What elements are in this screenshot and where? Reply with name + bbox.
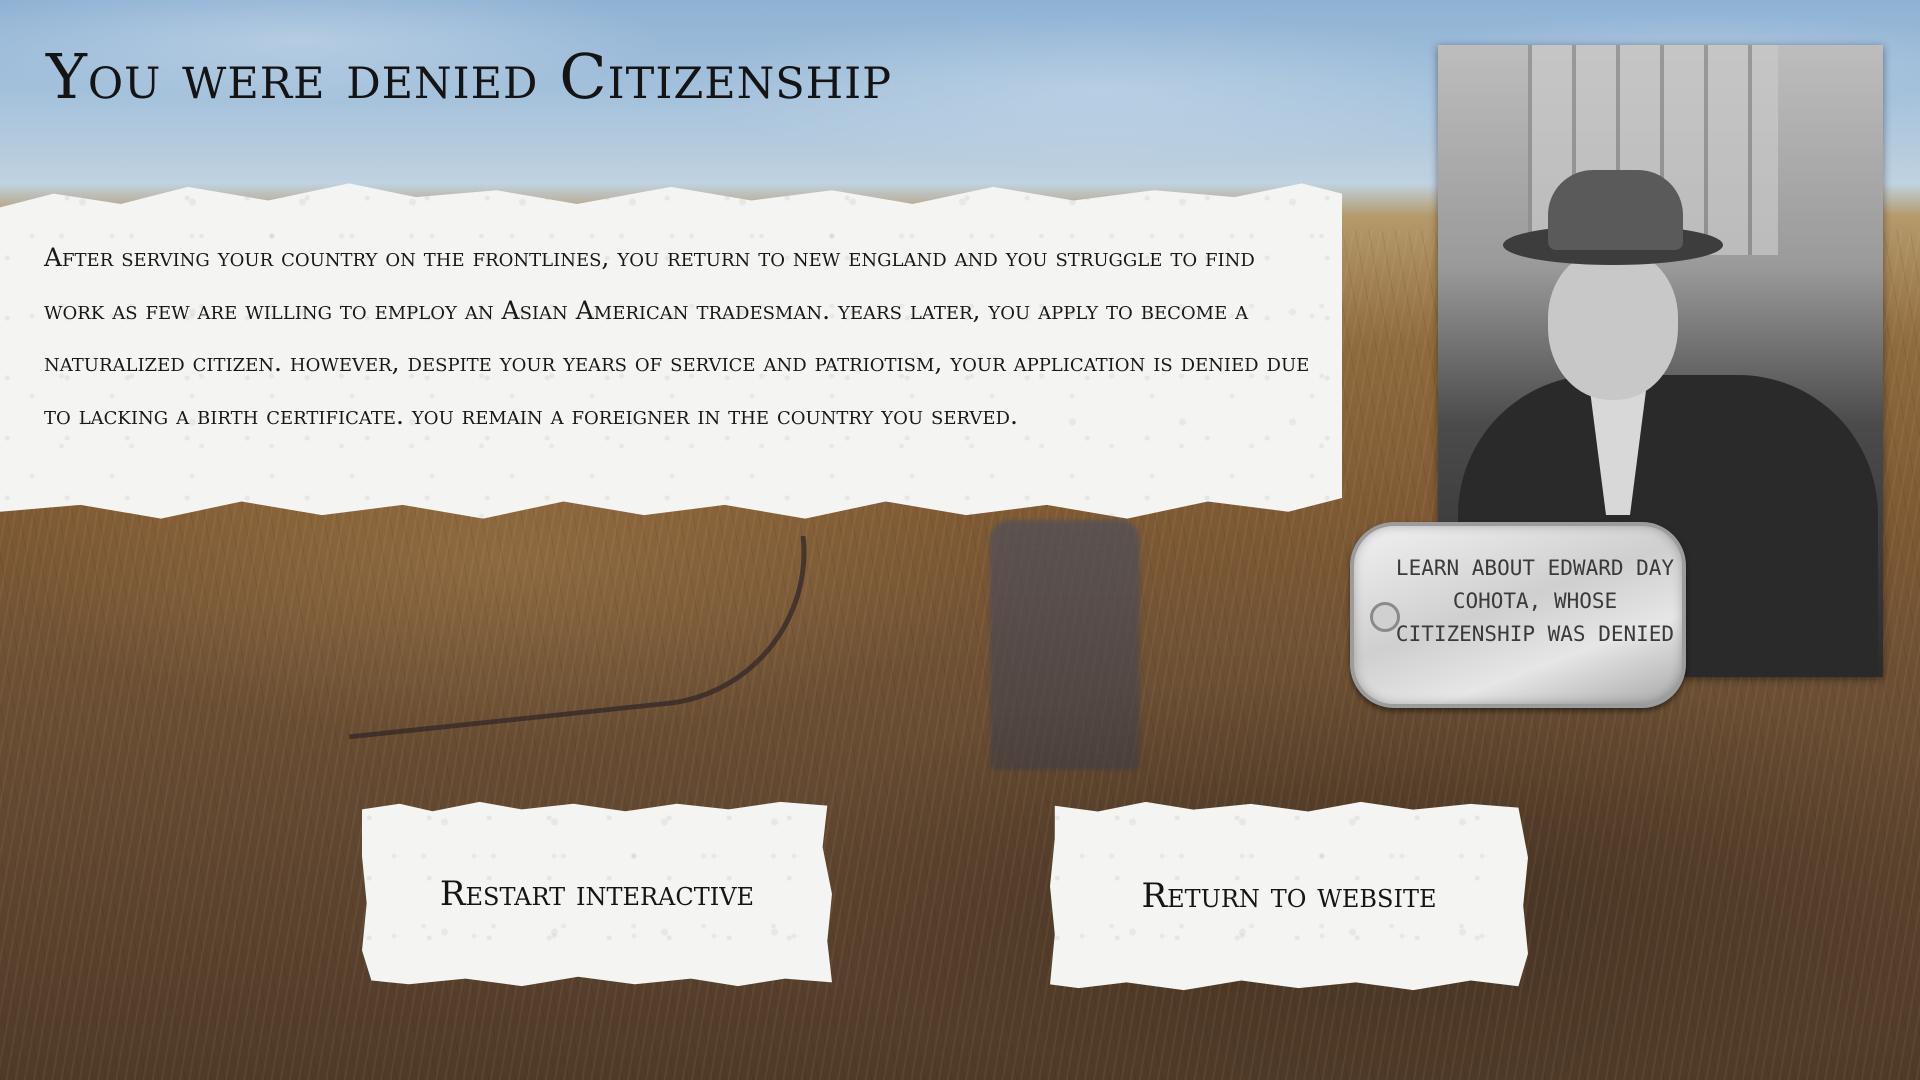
page-title: You were denied Citizenship bbox=[46, 40, 893, 113]
learn-more-dog-tag-button[interactable]: LEARN ABOUT EDWARD DAY COHOTA, WHOSE CIT… bbox=[1350, 522, 1686, 708]
return-label: Return to website bbox=[1141, 876, 1437, 916]
story-panel: After serving your country on the frontl… bbox=[0, 183, 1342, 519]
restart-interactive-button[interactable]: Restart interactive bbox=[362, 801, 832, 987]
photo-hat-crown bbox=[1548, 170, 1683, 250]
restart-label: Restart interactive bbox=[439, 874, 755, 914]
learn-more-label: LEARN ABOUT EDWARD DAY COHOTA, WHOSE CIT… bbox=[1395, 556, 1675, 646]
return-to-website-button[interactable]: Return to website bbox=[1050, 801, 1528, 991]
story-text: After serving your country on the frontl… bbox=[44, 243, 1310, 430]
figure-legs-decoration bbox=[990, 520, 1140, 770]
photo-face bbox=[1548, 250, 1678, 400]
